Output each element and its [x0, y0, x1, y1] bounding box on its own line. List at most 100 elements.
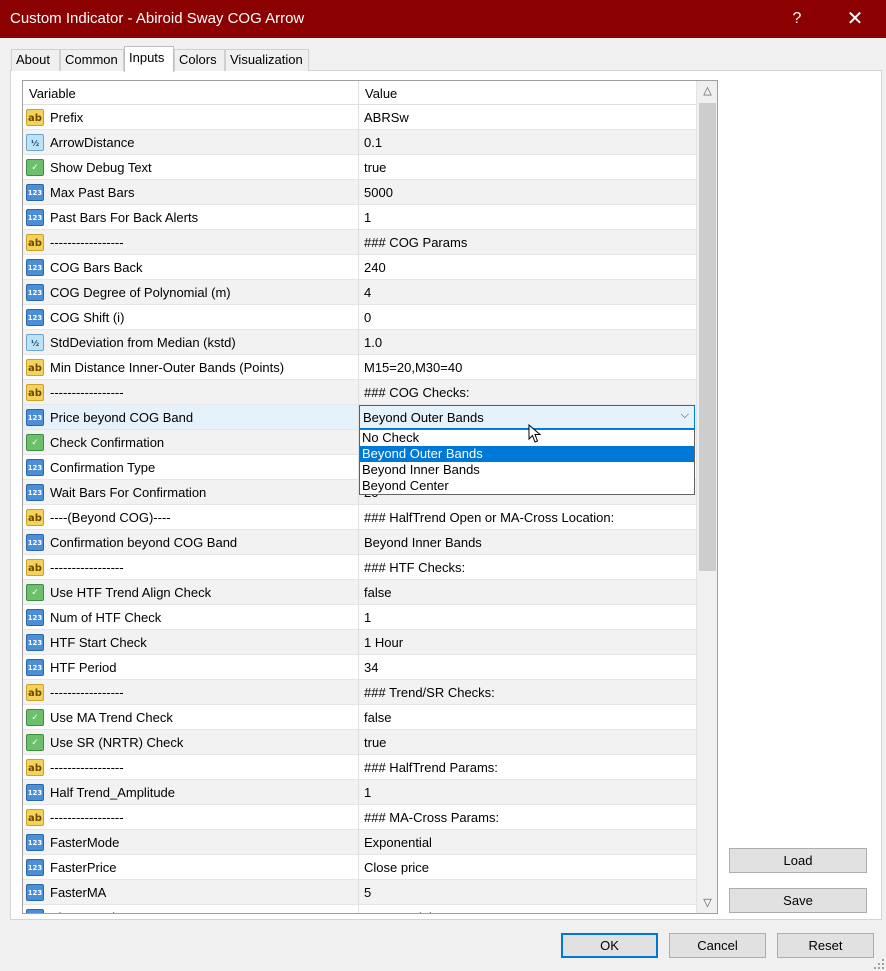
variable-name: ----------------- [50, 560, 124, 575]
table-row[interactable]: ab ----------------- ### COG Checks: [23, 380, 696, 405]
column-separator [358, 230, 359, 255]
cancel-button[interactable]: Cancel [669, 933, 766, 958]
dropdown-option[interactable]: Beyond Outer Bands [360, 446, 694, 462]
variable-value[interactable]: Beyond Inner Bands [364, 535, 482, 550]
variable-value[interactable]: ### HalfTrend Params: [364, 760, 498, 775]
table-row[interactable]: ½ StdDeviation from Median (kstd) 1.0 [23, 330, 696, 355]
tab-colors[interactable]: Colors [174, 49, 225, 71]
variable-value[interactable]: 1.0 [364, 335, 382, 350]
column-separator [358, 505, 359, 530]
table-row[interactable]: 123 COG Shift (i) 0 [23, 305, 696, 330]
price-beyond-cog-combobox[interactable]: Beyond Outer Bands ⌵ [359, 405, 695, 429]
variable-value[interactable]: M15=20,M30=40 [364, 360, 462, 375]
variable-value[interactable]: true [364, 735, 386, 750]
variable-value[interactable]: ### COG Checks: [364, 385, 470, 400]
ok-button[interactable]: OK [561, 933, 658, 958]
variable-value[interactable]: 5 [364, 885, 371, 900]
variable-value[interactable]: 1 [364, 785, 371, 800]
scroll-up-icon[interactable]: △ [697, 81, 717, 101]
type-n123-icon: 123 [26, 309, 44, 326]
reset-button[interactable]: Reset [777, 933, 874, 958]
variable-value[interactable]: Exponential [364, 910, 432, 913]
table-row[interactable]: 123 COG Degree of Polynomial (m) 4 [23, 280, 696, 305]
dropdown-option[interactable]: Beyond Center [360, 478, 694, 494]
table-row[interactable]: ab ----------------- ### COG Params [23, 230, 696, 255]
save-button[interactable]: Save [729, 888, 867, 913]
table-row[interactable]: ✓ Use MA Trend Check false [23, 705, 696, 730]
type-n123-icon: 123 [26, 259, 44, 276]
variable-value[interactable]: ### MA-Cross Params: [364, 810, 499, 825]
variable-value[interactable]: ### HTF Checks: [364, 560, 465, 575]
type-bool-icon: ✓ [26, 709, 44, 726]
mouse-cursor-icon [528, 424, 542, 443]
column-separator [358, 880, 359, 905]
column-separator [358, 605, 359, 630]
table-row[interactable]: ab ----------------- ### MA-Cross Params: [23, 805, 696, 830]
type-n123-icon: 123 [26, 409, 44, 426]
scroll-down-icon[interactable]: ▽ [697, 893, 717, 913]
tab-about[interactable]: About [11, 49, 60, 71]
dropdown-option[interactable]: Beyond Inner Bands [360, 462, 694, 478]
variable-value[interactable]: ABRSw [364, 110, 409, 125]
table-row[interactable]: ✓ Show Debug Text true [23, 155, 696, 180]
chevron-down-icon[interactable]: ⌵ [681, 409, 689, 422]
header-value[interactable]: Value [365, 86, 397, 101]
table-row[interactable]: ab Min Distance Inner-Outer Bands (Points… [23, 355, 696, 380]
table-row[interactable]: ✓ Use SR (NRTR) Check true [23, 730, 696, 755]
scroll-thumb[interactable] [699, 103, 716, 571]
variable-value[interactable]: ### HalfTrend Open or MA-Cross Location: [364, 510, 614, 525]
table-row[interactable]: 123 SlowerMode Exponential [23, 905, 696, 913]
table-row[interactable]: ab Prefix ABRSw [23, 105, 696, 130]
tab-common[interactable]: Common [60, 49, 124, 71]
vertical-scrollbar[interactable]: △ ▽ [696, 81, 717, 913]
variable-value[interactable]: 0.1 [364, 135, 382, 150]
variable-value[interactable]: 1 Hour [364, 635, 403, 650]
table-row[interactable]: 123 HTF Start Check 1 Hour [23, 630, 696, 655]
tab-inputs[interactable]: Inputs [124, 46, 174, 72]
table-row[interactable]: 123 HTF Period 34 [23, 655, 696, 680]
table-row[interactable]: 123 Half Trend_Amplitude 1 [23, 780, 696, 805]
variable-value[interactable]: true [364, 160, 386, 175]
table-row[interactable]: 123 FasterPrice Close price [23, 855, 696, 880]
variable-value[interactable]: Exponential [364, 835, 432, 850]
table-row[interactable]: ✓ Use HTF Trend Align Check false [23, 580, 696, 605]
variable-value[interactable]: false [364, 585, 391, 600]
variable-name: SlowerMode [50, 910, 122, 913]
variable-value[interactable]: 1 [364, 610, 371, 625]
variable-name: Confirmation Type [50, 460, 156, 475]
variable-value[interactable]: false [364, 710, 391, 725]
column-separator [358, 380, 359, 405]
header-separator [358, 81, 359, 105]
dropdown-option[interactable]: No Check [360, 430, 694, 446]
column-separator [358, 155, 359, 180]
table-row[interactable]: 123 Confirmation beyond COG Band Beyond In… [23, 530, 696, 555]
variable-value[interactable]: Close price [364, 860, 429, 875]
variable-value[interactable]: 1 [364, 210, 371, 225]
variable-value[interactable]: 5000 [364, 185, 393, 200]
table-row[interactable]: ab ----------------- ### HalfTrend Params: [23, 755, 696, 780]
header-variable[interactable]: Variable [29, 86, 76, 101]
table-row[interactable]: ab ----------------- ### HTF Checks: [23, 555, 696, 580]
variable-value[interactable]: 0 [364, 310, 371, 325]
variable-name: Price beyond COG Band [50, 410, 194, 425]
resize-grip-icon[interactable] [873, 958, 885, 970]
tab-visualization[interactable]: Visualization [225, 49, 309, 71]
table-row[interactable]: 123 COG Bars Back 240 [23, 255, 696, 280]
table-row[interactable]: ½ ArrowDistance 0.1 [23, 130, 696, 155]
load-button[interactable]: Load [729, 848, 867, 873]
table-row[interactable]: 123 Past Bars For Back Alerts 1 [23, 205, 696, 230]
variable-value[interactable]: 240 [364, 260, 386, 275]
table-row[interactable]: ab ----(Beyond COG)---- ### HalfTrend Open… [23, 505, 696, 530]
table-row[interactable]: 123 Max Past Bars 5000 [23, 180, 696, 205]
variable-value[interactable]: 34 [364, 660, 378, 675]
variable-value[interactable]: ### COG Params [364, 235, 467, 250]
table-row[interactable]: 123 FasterMA 5 [23, 880, 696, 905]
table-row[interactable]: ab ----------------- ### Trend/SR Checks: [23, 680, 696, 705]
variable-value[interactable]: ### Trend/SR Checks: [364, 685, 495, 700]
column-separator [358, 805, 359, 830]
help-button[interactable]: ? [774, 0, 820, 38]
table-row[interactable]: 123 FasterMode Exponential [23, 830, 696, 855]
variable-value[interactable]: 4 [364, 285, 371, 300]
table-row[interactable]: 123 Num of HTF Check 1 [23, 605, 696, 630]
close-button[interactable]: ✕ [832, 0, 878, 38]
